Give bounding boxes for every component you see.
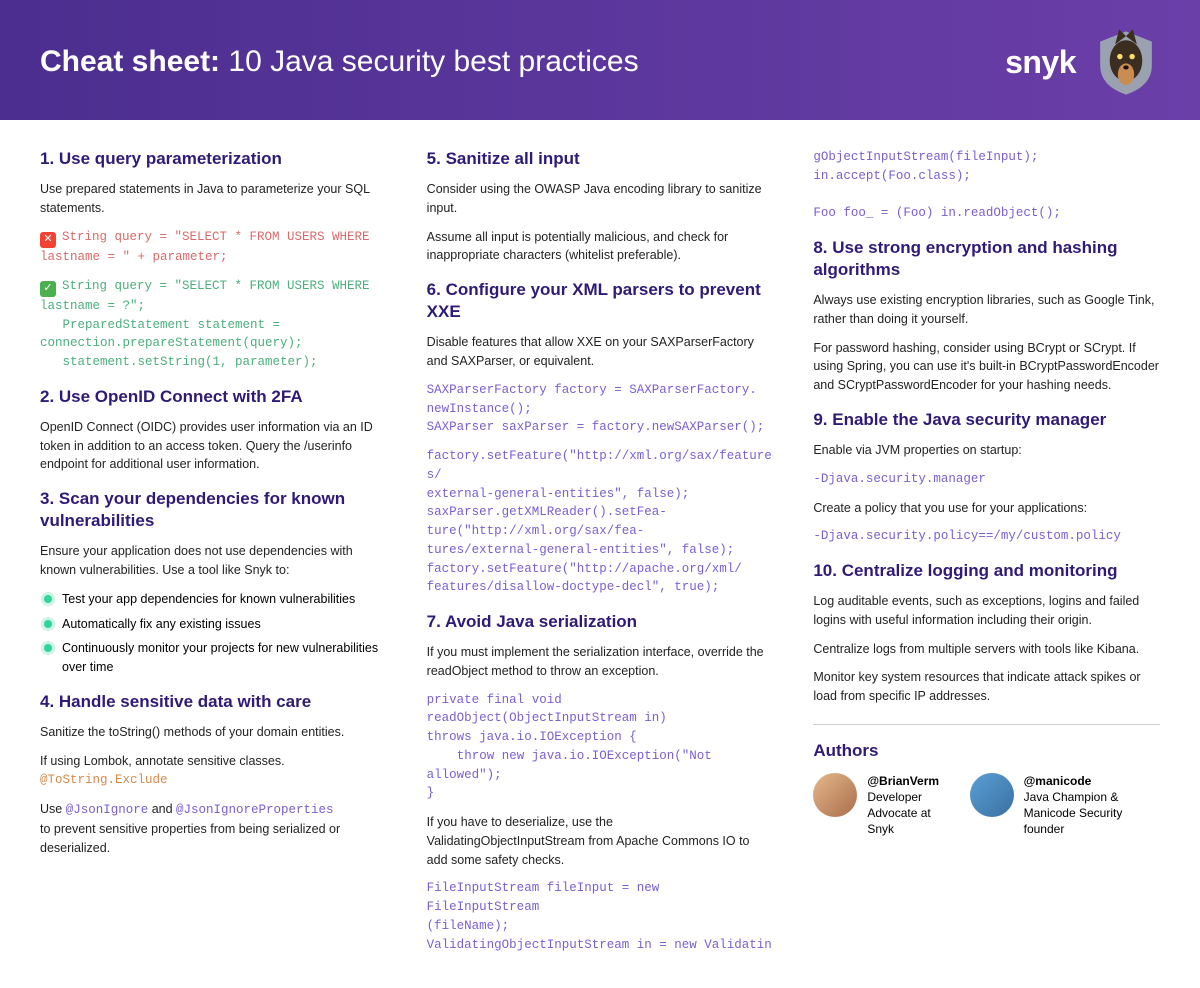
list-item: Automatically fix any existing issues	[44, 615, 387, 634]
inline-code: @ToString.Exclude	[40, 773, 168, 787]
section-2-title: 2. Use OpenID Connect with 2FA	[40, 386, 387, 408]
author-1: @BrianVerm Developer Advocate at Snyk	[813, 773, 945, 838]
column-1: 1. Use query parameterization Use prepar…	[40, 148, 387, 964]
list-item: Continuously monitor your projects for n…	[44, 639, 387, 677]
bullet-icon	[44, 620, 52, 628]
section-4-body-a: Sanitize the toString() methods of your …	[40, 723, 387, 742]
code-jvm-policy: -Djava.security.policy==/my/custom.polic…	[813, 527, 1160, 546]
section-3-list: Test your app dependencies for known vul…	[44, 590, 387, 677]
section-4-title: 4. Handle sensitive data with care	[40, 691, 387, 713]
section-7-body-b: If you have to deserialize, use the Vali…	[427, 813, 774, 869]
author-role: Java Champion & Manicode Security founde…	[1024, 790, 1123, 836]
section-1-body: Use prepared statements in Java to param…	[40, 180, 387, 218]
code-jvm-manager: -Djava.security.manager	[813, 470, 1160, 489]
section-5-body-b: Assume all input is potentially maliciou…	[427, 228, 774, 266]
section-3-title: 3. Scan your dependencies for known vuln…	[40, 488, 387, 532]
section-4-body-b: If using Lombok, annotate sensitive clas…	[40, 752, 387, 791]
section-5-body-a: Consider using the OWASP Java encoding l…	[427, 180, 774, 218]
brand-word: snyk	[1005, 44, 1076, 81]
section-8-body-a: Always use existing encryption libraries…	[813, 291, 1160, 329]
list-item: Test your app dependencies for known vul…	[44, 590, 387, 609]
section-9-title: 9. Enable the Java security manager	[813, 409, 1160, 431]
code-validating-stream-a: FileInputStream fileInput = new FileInpu…	[427, 879, 774, 954]
authors-row: @BrianVerm Developer Advocate at Snyk @ma…	[813, 773, 1160, 838]
section-8-title: 8. Use strong encryption and hashing alg…	[813, 237, 1160, 281]
inline-code: @JsonIgnore	[66, 803, 149, 817]
page-title: Cheat sheet: 10 Java security best pract…	[40, 45, 639, 79]
section-8-body-b: For password hashing, consider using BCr…	[813, 339, 1160, 395]
section-6-title: 6. Configure your XML parsers to prevent…	[427, 279, 774, 323]
section-7-body-a: If you must implement the serialization …	[427, 643, 774, 681]
bullet-icon	[44, 644, 52, 652]
cross-icon: ✕	[40, 232, 56, 248]
content-columns: 1. Use query parameterization Use prepar…	[0, 120, 1200, 988]
author-role: Developer Advocate at Snyk	[867, 790, 930, 836]
brand: snyk	[1005, 28, 1160, 96]
code-validating-stream-b: gObjectInputStream(fileInput); in.accept…	[813, 148, 1160, 223]
authors-heading: Authors	[813, 724, 1160, 761]
inline-code: @JsonIgnoreProperties	[176, 803, 334, 817]
check-icon: ✓	[40, 281, 56, 297]
avatar	[970, 773, 1014, 817]
code-sax-features: factory.setFeature("http://xml.org/sax/f…	[427, 447, 774, 597]
author-2: @manicode Java Champion & Manicode Securi…	[970, 773, 1160, 838]
author-handle: @BrianVerm	[867, 774, 939, 788]
section-10-body-a: Log auditable events, such as exceptions…	[813, 592, 1160, 630]
section-7-title: 7. Avoid Java serialization	[427, 611, 774, 633]
header: Cheat sheet: 10 Java security best pract…	[0, 0, 1200, 120]
section-10-body-c: Monitor key system resources that indica…	[813, 668, 1160, 706]
section-1-title: 1. Use query parameterization	[40, 148, 387, 170]
bullet-icon	[44, 595, 52, 603]
section-9-body-a: Enable via JVM properties on startup:	[813, 441, 1160, 460]
column-2: 5. Sanitize all input Consider using the…	[427, 148, 774, 964]
code-readobject: private final void readObject(ObjectInpu…	[427, 691, 774, 804]
code-good-example: ✓String query = "SELECT * FROM USERS WHE…	[40, 277, 387, 372]
section-5-title: 5. Sanitize all input	[427, 148, 774, 170]
avatar	[813, 773, 857, 817]
column-3: gObjectInputStream(fileInput); in.accept…	[813, 148, 1160, 964]
section-2-body: OpenID Connect (OIDC) provides user info…	[40, 418, 387, 474]
section-10-title: 10. Centralize logging and monitoring	[813, 560, 1160, 582]
code-bad-example: ✕String query = "SELECT * FROM USERS WHE…	[40, 228, 387, 267]
section-9-body-b: Create a policy that you use for your ap…	[813, 499, 1160, 518]
code-sax-setup: SAXParserFactory factory = SAXParserFact…	[427, 381, 774, 437]
author-handle: @manicode	[1024, 774, 1092, 788]
section-3-body: Ensure your application does not use dep…	[40, 542, 387, 580]
mascot-icon	[1092, 28, 1160, 96]
section-6-body: Disable features that allow XXE on your …	[427, 333, 774, 371]
section-10-body-b: Centralize logs from multiple servers wi…	[813, 640, 1160, 659]
